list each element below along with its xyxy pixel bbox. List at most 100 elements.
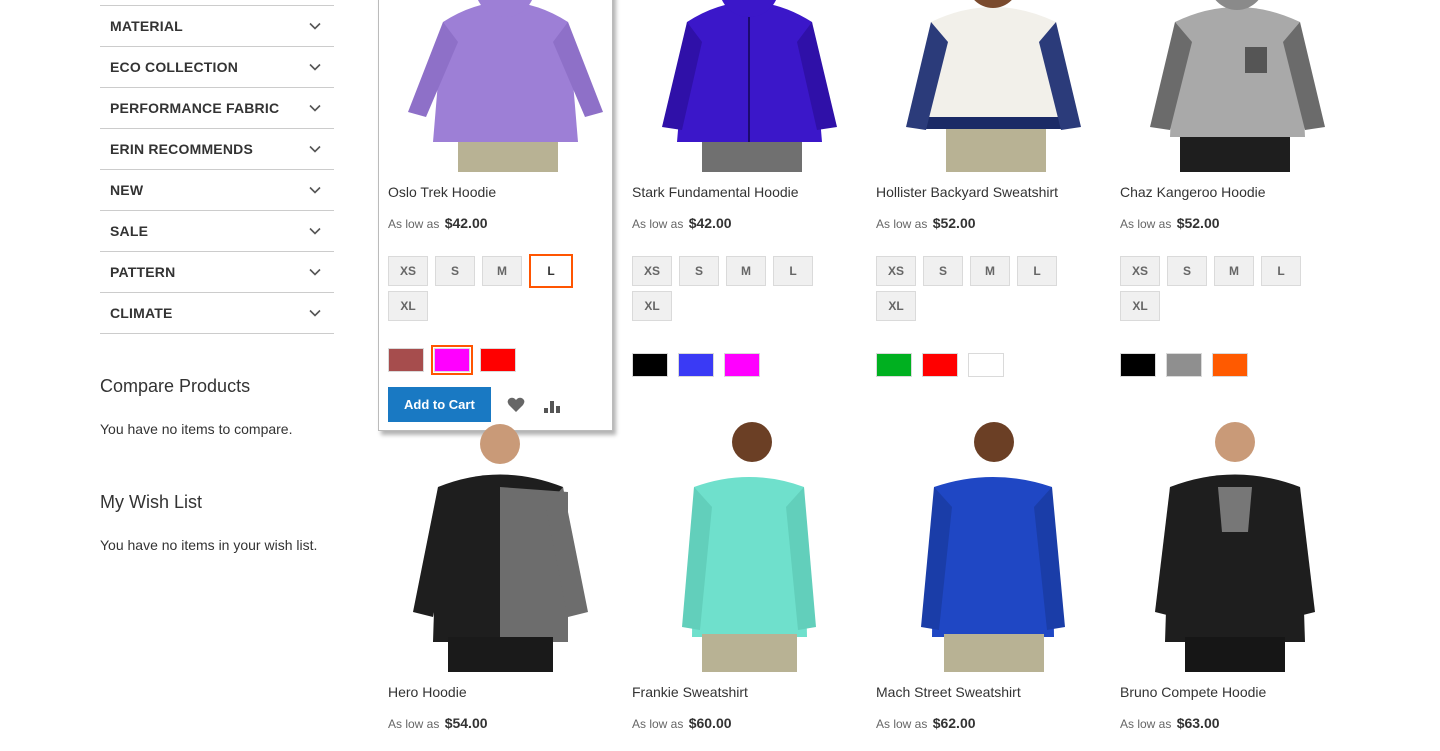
filter-eco-collection[interactable]: ECO COLLECTION: [100, 47, 334, 88]
size-option-s[interactable]: S: [923, 256, 963, 286]
price-value: $42.00: [688, 215, 732, 231]
color-swatch[interactable]: [632, 353, 668, 377]
price-value: $63.00: [1176, 715, 1220, 731]
compare-products-block: Compare Products You have no items to co…: [100, 376, 293, 437]
product-price: As low as $42.00: [388, 215, 622, 231]
color-swatch[interactable]: [968, 353, 1004, 377]
product-photo[interactable]: [388, 0, 622, 172]
product-price: As low as $63.00: [1120, 715, 1354, 731]
product-image: [662, 0, 837, 172]
size-option-m[interactable]: M: [482, 256, 522, 286]
product-photo[interactable]: [876, 412, 1110, 672]
product-card-oslo-trek-hoodie[interactable]: Oslo Trek Hoodie As low as $42.00 XS S M…: [388, 0, 622, 422]
color-swatch-selected[interactable]: [431, 345, 473, 375]
size-option-m[interactable]: M: [726, 256, 766, 286]
price-value: $42.00: [444, 215, 488, 231]
size-option-s[interactable]: S: [435, 256, 475, 286]
product-name[interactable]: Frankie Sweatshirt: [632, 684, 866, 702]
size-option-m[interactable]: M: [970, 256, 1010, 286]
size-option-l[interactable]: L: [1017, 256, 1057, 286]
color-swatch[interactable]: [480, 348, 516, 372]
product-image: [1155, 422, 1315, 672]
chevron-down-icon: [309, 22, 321, 30]
product-photo[interactable]: [632, 412, 866, 672]
product-price: As low as $62.00: [876, 715, 1110, 731]
size-option-xl[interactable]: XL: [1120, 291, 1160, 321]
size-option-xs[interactable]: XS: [632, 256, 672, 286]
filter-label: PATTERN: [110, 264, 176, 280]
product-card-stark-fundamental-hoodie[interactable]: Stark Fundamental Hoodie As low as $42.0…: [632, 0, 866, 377]
filter-performance-fabric[interactable]: PERFORMANCE FABRIC: [100, 88, 334, 129]
product-price: As low as $42.00: [632, 215, 866, 231]
color-swatch[interactable]: [1212, 353, 1248, 377]
size-option-xs[interactable]: XS: [388, 256, 428, 286]
product-name[interactable]: Oslo Trek Hoodie: [388, 184, 622, 202]
chevron-down-icon: [309, 63, 321, 71]
price-value: $62.00: [932, 715, 976, 731]
wishlist-block: My Wish List You have no items in your w…: [100, 492, 317, 553]
filter-erin-recommends[interactable]: ERIN RECOMMENDS: [100, 129, 334, 170]
chevron-down-icon: [309, 186, 321, 194]
product-name[interactable]: Bruno Compete Hoodie: [1120, 684, 1354, 702]
size-option-xl[interactable]: XL: [876, 291, 916, 321]
product-image: [906, 0, 1081, 172]
product-name[interactable]: Mach Street Sweatshirt: [876, 684, 1110, 702]
price-prefix: As low as: [876, 717, 928, 731]
size-option-l[interactable]: L: [529, 254, 573, 288]
filter-label: SALE: [110, 223, 149, 239]
filter-material[interactable]: MATERIAL: [100, 6, 334, 47]
color-swatch[interactable]: [876, 353, 912, 377]
product-photo[interactable]: [876, 0, 1110, 172]
size-option-s[interactable]: S: [1167, 256, 1207, 286]
color-swatch[interactable]: [388, 348, 424, 372]
product-photo[interactable]: [388, 412, 622, 672]
product-name[interactable]: Chaz Kangeroo Hoodie: [1120, 184, 1354, 202]
product-card-mach-street-sweatshirt[interactable]: Mach Street Sweatshirt As low as $62.00: [876, 412, 1110, 731]
size-option-s[interactable]: S: [679, 256, 719, 286]
chevron-down-icon: [309, 309, 321, 317]
product-photo[interactable]: [1120, 0, 1354, 172]
color-swatch[interactable]: [922, 353, 958, 377]
color-swatch[interactable]: [724, 353, 760, 377]
product-card-chaz-kangeroo-hoodie[interactable]: Chaz Kangeroo Hoodie As low as $52.00 XS…: [1120, 0, 1354, 377]
product-name[interactable]: Hero Hoodie: [388, 684, 622, 702]
chevron-down-icon: [309, 145, 321, 153]
product-card-hollister-backyard-sweatshirt[interactable]: Hollister Backyard Sweatshirt As low as …: [876, 0, 1110, 377]
size-option-xs[interactable]: XS: [876, 256, 916, 286]
product-image: [921, 422, 1065, 672]
product-price: As low as $52.00: [876, 215, 1110, 231]
product-photo[interactable]: [1120, 412, 1354, 672]
product-name[interactable]: Stark Fundamental Hoodie: [632, 184, 866, 202]
chevron-down-icon: [309, 104, 321, 112]
filter-sale[interactable]: SALE: [100, 211, 334, 252]
color-swatch[interactable]: [1166, 353, 1202, 377]
size-options: XS S M L XL: [632, 256, 832, 326]
size-option-xl[interactable]: XL: [388, 291, 428, 321]
price-prefix: As low as: [1120, 217, 1172, 231]
price-value: $54.00: [444, 715, 488, 731]
size-option-xl[interactable]: XL: [632, 291, 672, 321]
product-price: As low as $54.00: [388, 715, 622, 731]
color-swatch[interactable]: [678, 353, 714, 377]
filter-list: MATERIAL ECO COLLECTION PERFORMANCE FABR…: [100, 5, 334, 334]
wishlist-title: My Wish List: [100, 492, 203, 512]
compare-empty-message: You have no items to compare.: [100, 421, 293, 437]
price-value: $52.00: [1176, 215, 1220, 231]
filter-label: CLIMATE: [110, 305, 173, 321]
product-card-frankie-sweatshirt[interactable]: Frankie Sweatshirt As low as $60.00: [632, 412, 866, 731]
size-option-l[interactable]: L: [773, 256, 813, 286]
product-card-bruno-compete-hoodie[interactable]: Bruno Compete Hoodie As low as $63.00: [1120, 412, 1354, 731]
size-option-m[interactable]: M: [1214, 256, 1254, 286]
filter-new[interactable]: NEW: [100, 170, 334, 211]
filter-climate[interactable]: CLIMATE: [100, 293, 334, 334]
product-name[interactable]: Hollister Backyard Sweatshirt: [876, 184, 1110, 202]
size-option-xs[interactable]: XS: [1120, 256, 1160, 286]
product-photo[interactable]: [632, 0, 866, 172]
product-card-hero-hoodie[interactable]: Hero Hoodie As low as $54.00: [388, 412, 622, 731]
color-options: [388, 345, 622, 375]
sidebar: MATERIAL ECO COLLECTION PERFORMANCE FABR…: [100, 0, 334, 553]
size-option-l[interactable]: L: [1261, 256, 1301, 286]
filter-label: PERFORMANCE FABRIC: [110, 100, 280, 116]
color-swatch[interactable]: [1120, 353, 1156, 377]
filter-pattern[interactable]: PATTERN: [100, 252, 334, 293]
